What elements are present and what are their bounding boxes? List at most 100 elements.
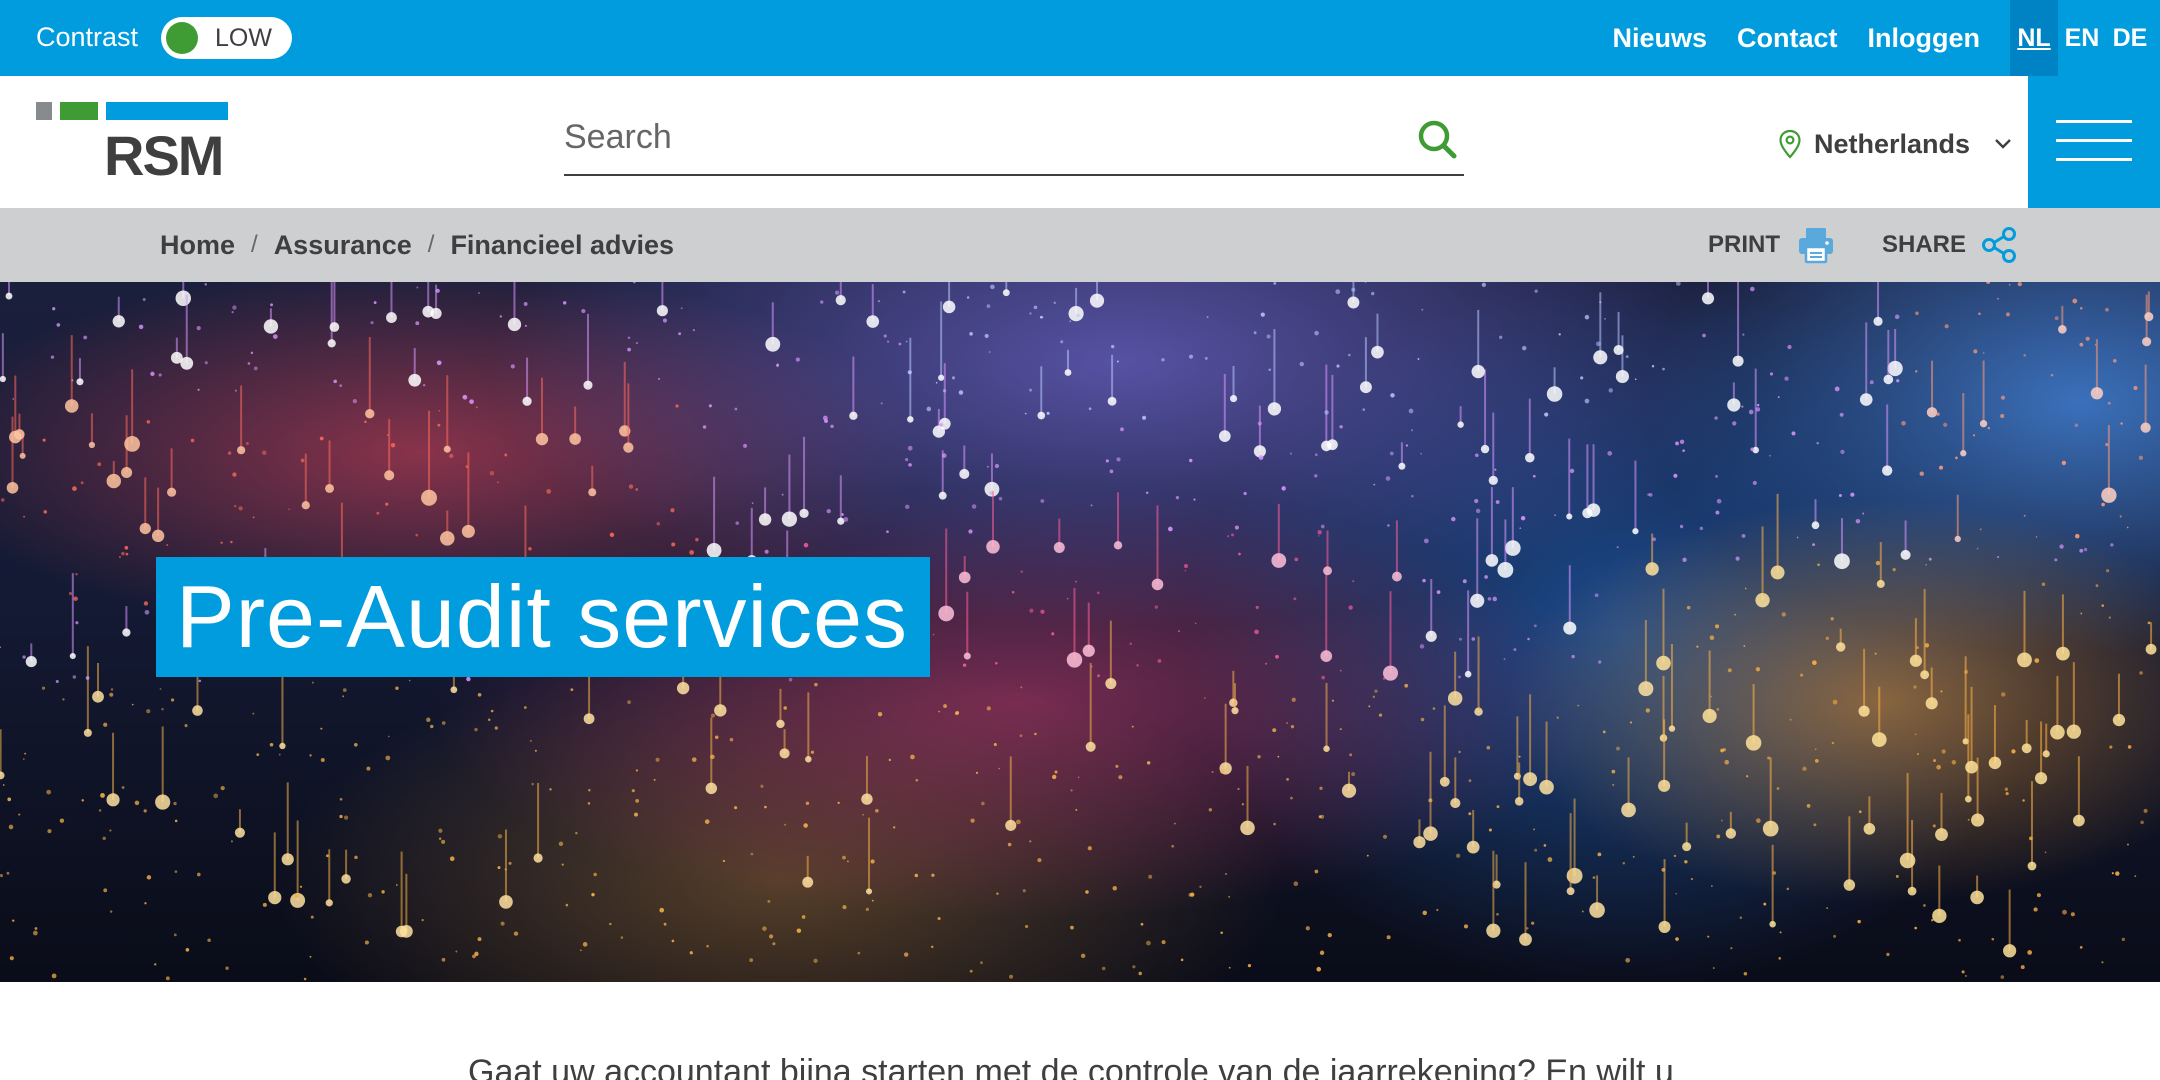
breadcrumb-assurance[interactable]: Assurance: [274, 230, 412, 261]
hero-light-point: [776, 719, 785, 729]
breadcrumb-home[interactable]: Home: [160, 230, 235, 261]
rsm-logo[interactable]: RSM: [36, 102, 228, 184]
hero-glitter: [580, 949, 582, 952]
hero-glitter: [695, 537, 699, 542]
hero-glitter: [814, 682, 818, 687]
hero-glitter: [1675, 937, 1679, 941]
hero-glitter: [2105, 442, 2109, 447]
share-label[interactable]: SHARE: [1882, 231, 1966, 259]
hero-glitter: [1778, 957, 1782, 960]
hero-glitter: [1616, 546, 1619, 549]
hero-glitter: [843, 517, 849, 522]
hero-glitter: [1832, 699, 1838, 705]
hero-light-point: [706, 542, 722, 558]
hero-glitter: [1716, 498, 1722, 504]
hero-glitter: [2107, 401, 2111, 405]
hero-glitter: [1806, 804, 1811, 808]
hero-glitter: [455, 950, 458, 953]
hero-glitter: [593, 872, 597, 877]
hero-glitter: [1066, 597, 1069, 600]
hero-glitter: [762, 926, 767, 931]
hero-light-point: [384, 470, 395, 481]
hero-light-point: [522, 396, 532, 406]
contact-link[interactable]: Contact: [1737, 21, 1838, 55]
hero-glitter: [150, 371, 155, 377]
hero-glitter: [109, 910, 113, 913]
language-en[interactable]: EN: [2058, 0, 2106, 76]
hero-glitter: [1712, 967, 1715, 969]
hero-glitter: [1699, 526, 1704, 531]
hero-glitter: [898, 342, 902, 346]
hero-glitter: [1318, 815, 1322, 819]
hero-glitter: [1965, 975, 1967, 977]
hero-light-point: [0, 375, 6, 383]
hero-glitter: [230, 540, 233, 544]
hero-glitter: [1366, 854, 1369, 857]
hero-glitter: [837, 801, 840, 805]
hero-glitter: [1277, 755, 1280, 758]
hero-glitter: [1915, 370, 1918, 373]
hero-light-point: [714, 704, 727, 717]
news-link[interactable]: Nieuws: [1612, 21, 1707, 55]
hero-light-point: [1668, 725, 1676, 732]
language-nl[interactable]: NL: [2010, 0, 2058, 76]
hero-glitter: [734, 806, 738, 810]
hero-glitter: [877, 712, 883, 717]
hero-glitter: [914, 873, 919, 878]
hero-light-point: [1632, 528, 1639, 535]
hero-glitter: [510, 364, 515, 369]
hero-glitter: [1710, 885, 1713, 888]
hero-glitter: [1116, 457, 1121, 462]
hero-light-point: [1505, 540, 1521, 556]
hero-glitter: [2036, 893, 2041, 898]
hero-glitter: [121, 786, 125, 789]
hero-glitter: [1088, 407, 1092, 411]
hero-glitter: [376, 511, 380, 515]
hero-glitter: [1052, 774, 1057, 780]
search-input[interactable]: [564, 102, 1364, 172]
hero-glitter: [1958, 938, 1961, 942]
hero-glitter: [1405, 444, 1409, 447]
hero-glitter: [1273, 822, 1276, 826]
hero-glitter: [1007, 842, 1012, 847]
hero-light-point: [1525, 452, 1535, 463]
hero-glitter: [1076, 313, 1080, 317]
hero-glitter: [2004, 787, 2009, 792]
hero-glitter: [51, 973, 57, 979]
hero-glitter: [1254, 629, 1259, 635]
hero-glitter: [1154, 605, 1159, 609]
hero-glitter: [438, 828, 443, 833]
print-label[interactable]: PRINT: [1708, 231, 1780, 259]
hero-glitter: [342, 688, 347, 692]
hero-glitter: [1385, 476, 1391, 481]
hero-glitter: [1622, 862, 1626, 865]
search-button[interactable]: [1412, 114, 1464, 166]
hero-glitter: [1281, 486, 1286, 491]
hero-glitter: [1161, 358, 1165, 362]
hero-glitter: [1475, 508, 1481, 514]
share-icon[interactable]: [1980, 226, 2018, 264]
hero-glitter: [1584, 314, 1590, 320]
login-link[interactable]: Inloggen: [1868, 21, 1980, 55]
hero-glitter: [83, 335, 88, 340]
language-de[interactable]: DE: [2106, 0, 2154, 76]
hero-glitter: [1526, 927, 1529, 930]
hamburger-menu-button[interactable]: [2028, 76, 2160, 208]
hero-glitter: [1411, 494, 1414, 498]
hero-glitter: [1462, 579, 1467, 584]
hero-glitter: [980, 961, 983, 965]
contrast-toggle[interactable]: LOW: [161, 17, 292, 59]
hero-glitter: [2147, 621, 2151, 625]
hero-glitter: [658, 377, 661, 380]
printer-icon[interactable]: [1796, 225, 1836, 265]
site-header: RSM Netherlands: [0, 76, 2160, 208]
hero-glitter: [1814, 748, 1817, 751]
hero-glitter: [1237, 787, 1240, 791]
hero-glitter: [1569, 468, 1575, 474]
hero-light-point: [938, 374, 945, 381]
country-selector[interactable]: Netherlands: [1778, 124, 2014, 164]
hero-glitter: [2119, 515, 2122, 518]
hero-glitter: [1625, 355, 1629, 358]
hero-glitter: [1115, 764, 1119, 768]
hero-glitter: [173, 801, 177, 806]
